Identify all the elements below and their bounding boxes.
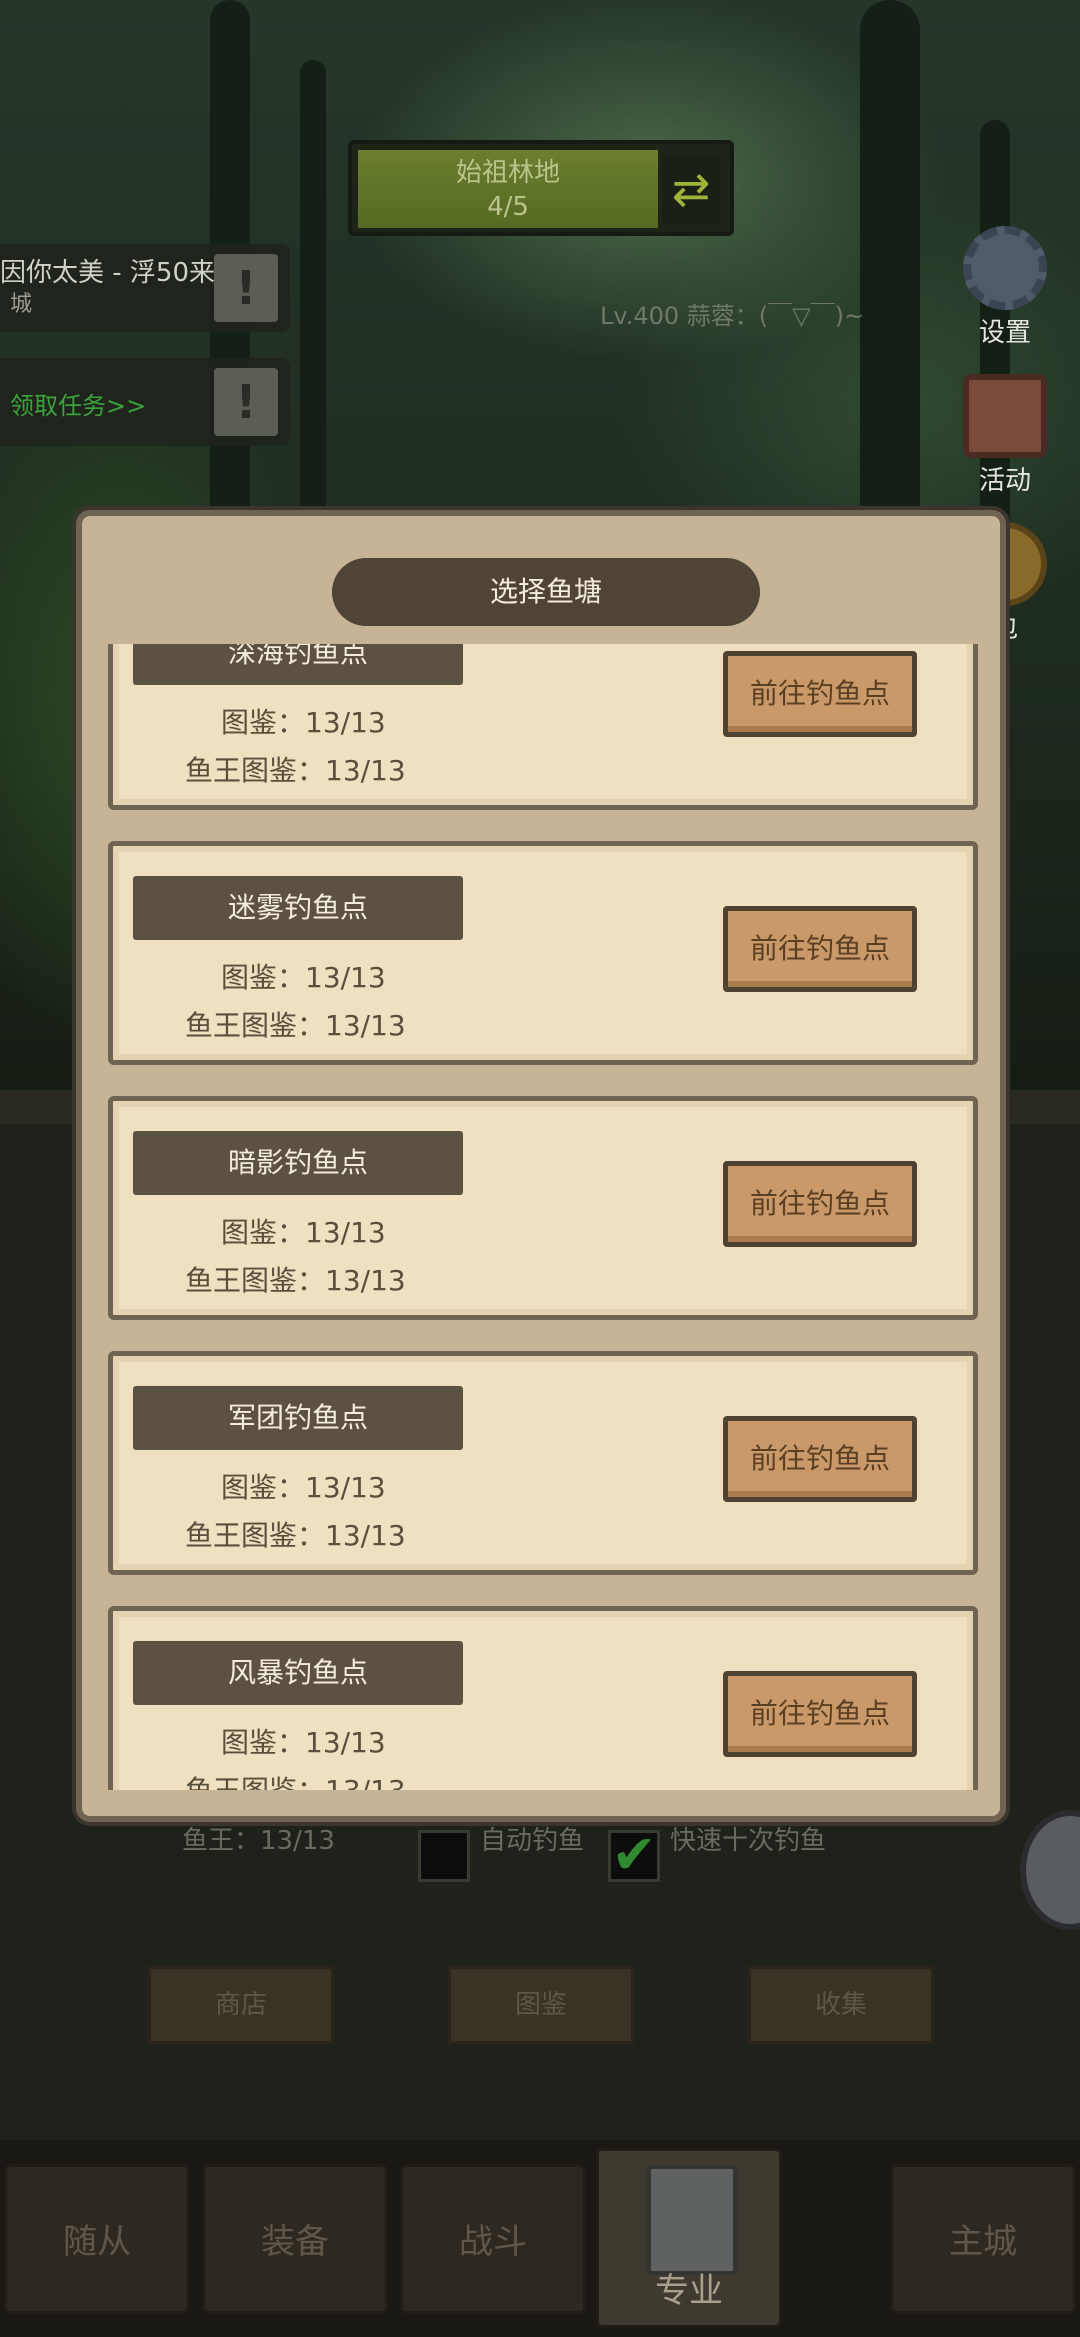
tab-main-city[interactable]: 主城 — [890, 2164, 1076, 2314]
quick-ten-label: 快速十次钓鱼 — [670, 1826, 827, 1856]
quest-tracker[interactable]: 因你太美 - 浮50来人 城 ! — [0, 244, 290, 332]
claim-quest-link[interactable]: 领取任务>> — [10, 386, 146, 421]
quest-title: 因你太美 - 浮50来人 — [0, 258, 241, 288]
tab-battle[interactable]: 战斗 — [400, 2164, 586, 2314]
pond-name: 风暴钓鱼点 — [133, 1641, 463, 1705]
bottom-tab-bar: 随从 装备 战斗 专业 主城 — [0, 2140, 1080, 2337]
pond-card: 迷雾钓鱼点 图鉴：13/13 鱼王图鉴：13/13 前往钓鱼点 — [108, 841, 978, 1065]
player-level: Lv.400 蒜蓉：(￣▽￣)~ — [600, 302, 865, 330]
swap-icon[interactable]: ⇄ — [662, 154, 720, 224]
go-to-spot-button[interactable]: 前往钓鱼点 — [723, 1161, 917, 1247]
king-count: 鱼王：13/13 — [182, 1826, 335, 1856]
pond-list[interactable]: 深海钓鱼点 图鉴：13/13 鱼王图鉴：13/13 前往钓鱼点 迷雾钓鱼点 图鉴… — [108, 644, 978, 1790]
modal-title: 选择鱼塘 — [332, 558, 760, 626]
exclamation-icon: ! — [214, 368, 278, 436]
activity-button[interactable]: 活动 — [950, 374, 1060, 497]
go-to-spot-button[interactable]: 前往钓鱼点 — [723, 906, 917, 992]
quest-subtitle: 城 — [10, 292, 33, 317]
tab-profession[interactable]: 专业 — [596, 2148, 782, 2328]
gear-icon — [963, 226, 1047, 310]
pond-king-atlas: 鱼王图鉴：13/13 — [185, 1519, 406, 1552]
pond-atlas: 图鉴：13/13 — [221, 1471, 386, 1504]
auto-fish-checkbox[interactable] — [418, 1830, 470, 1882]
go-to-spot-button[interactable]: 前往钓鱼点 — [723, 1671, 917, 1757]
pond-card: 深海钓鱼点 图鉴：13/13 鱼王图鉴：13/13 前往钓鱼点 — [108, 644, 978, 810]
go-to-spot-button[interactable]: 前往钓鱼点 — [723, 1416, 917, 1502]
pond-king-atlas: 鱼王图鉴：13/13 — [185, 1009, 406, 1042]
atlas-button[interactable]: 图鉴 — [448, 1966, 634, 2044]
pond-card: 暗影钓鱼点 图鉴：13/13 鱼王图鉴：13/13 前往钓鱼点 — [108, 1096, 978, 1320]
pond-atlas: 图鉴：13/13 — [221, 961, 386, 994]
checkmark-icon: ✔ — [611, 1823, 657, 1886]
quest-claim[interactable]: 领取任务>> ! — [0, 358, 290, 446]
tab-profession-label: 专业 — [655, 2271, 723, 2311]
pond-card: 风暴钓鱼点 图鉴：13/13 鱼王图鉴：13/13 前往钓鱼点 — [108, 1606, 978, 1790]
pond-name: 暗影钓鱼点 — [133, 1131, 463, 1195]
tab-equipment[interactable]: 装备 — [202, 2164, 388, 2314]
book-icon — [647, 2165, 737, 2275]
pond-name: 军团钓鱼点 — [133, 1386, 463, 1450]
pond-king-atlas: 鱼王图鉴：13/13 — [185, 1264, 406, 1297]
auto-fish-label: 自动钓鱼 — [480, 1826, 585, 1856]
location-banner[interactable]: 始祖林地 4/5 ⇄ — [348, 140, 734, 236]
pond-king-atlas: 鱼王图鉴：13/13 — [185, 754, 406, 787]
pond-card: 军团钓鱼点 图鉴：13/13 鱼王图鉴：13/13 前往钓鱼点 — [108, 1351, 978, 1575]
pond-atlas: 图鉴：13/13 — [221, 706, 386, 739]
settings-button[interactable]: 设置 — [950, 226, 1060, 349]
pond-atlas: 图鉴：13/13 — [221, 1216, 386, 1249]
shop-button[interactable]: 商店 — [148, 1966, 334, 2044]
exclamation-icon: ! — [214, 254, 278, 322]
location-name: 始祖林地 — [455, 158, 560, 188]
select-pond-modal: 选择鱼塘 深海钓鱼点 图鉴：13/13 鱼王图鉴：13/13 前往钓鱼点 迷雾钓… — [76, 510, 1006, 1822]
pond-name: 迷雾钓鱼点 — [133, 876, 463, 940]
pond-king-atlas: 鱼王图鉴：13/13 — [185, 1769, 406, 1790]
collect-button[interactable]: 收集 — [748, 1966, 934, 2044]
location-progress: 4/5 — [487, 192, 529, 222]
tab-followers[interactable]: 随从 — [4, 2164, 190, 2314]
scroll-icon — [963, 374, 1047, 458]
pond-atlas: 图鉴：13/13 — [221, 1726, 386, 1759]
quick-ten-checkbox[interactable]: ✔ — [608, 1823, 660, 1886]
go-to-spot-button[interactable]: 前往钓鱼点 — [723, 651, 917, 737]
pond-name: 深海钓鱼点 — [133, 644, 463, 685]
